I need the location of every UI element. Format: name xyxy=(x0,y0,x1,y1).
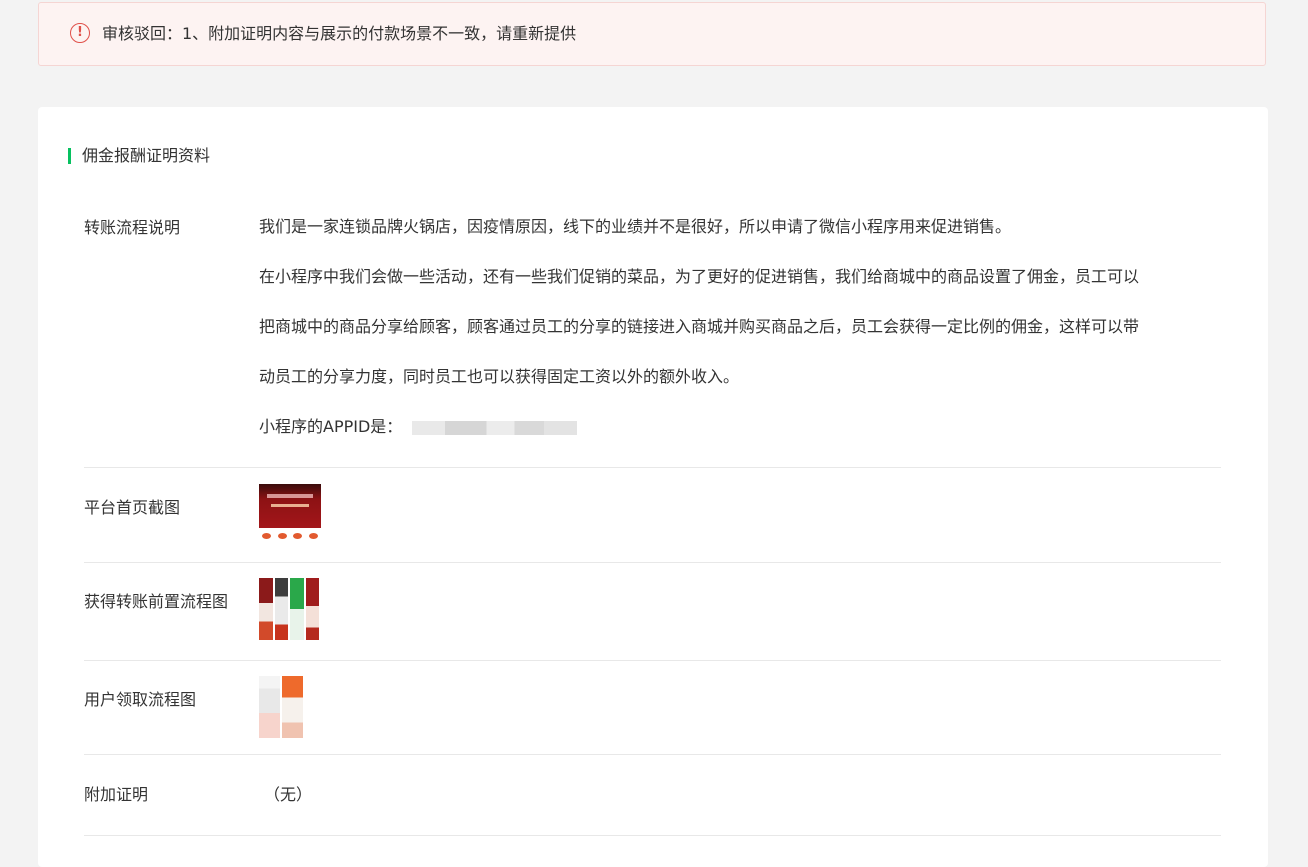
rejection-alert: ! 审核驳回：1、附加证明内容与展示的付款场景不一致，请重新提供 xyxy=(38,2,1266,66)
row-extra-proof: 附加证明 （无） xyxy=(84,755,1221,836)
description-line: 在小程序中我们会做一些活动，还有一些我们促销的菜品，为了更好的促进销售，我们给商… xyxy=(259,267,1140,286)
row-label: 用户领取流程图 xyxy=(84,690,197,709)
row-label: 转账流程说明 xyxy=(84,218,181,237)
extra-proof-value: （无） xyxy=(264,785,313,804)
section-title: 佣金报酬证明资料 xyxy=(68,145,210,167)
exclamation-icon: ! xyxy=(70,23,90,43)
description-line: 动员工的分享力度，同时员工也可以获得固定工资以外的额外收入。 xyxy=(259,367,740,386)
appid-label: 小程序的APPID是： xyxy=(259,417,403,436)
alert-message: 审核驳回：1、附加证明内容与展示的付款场景不一致，请重新提供 xyxy=(102,24,577,43)
row-label: 平台首页截图 xyxy=(84,498,181,517)
row-label: 附加证明 xyxy=(84,785,149,804)
description-line: 我们是一家连锁品牌火锅店，因疫情原因，线下的业绩并不是很好，所以申请了微信小程序… xyxy=(259,217,1012,236)
commission-proof-card: 佣金报酬证明资料 转账流程说明 我们是一家连锁品牌火锅店，因疫情原因，线下的业绩… xyxy=(38,107,1268,867)
section-accent-bar xyxy=(68,148,71,164)
row-transfer-flow: 转账流程说明 我们是一家连锁品牌火锅店，因疫情原因，线下的业绩并不是很好，所以申… xyxy=(84,203,1221,468)
pre-transfer-flow-thumbnail[interactable] xyxy=(259,578,319,640)
description-line: 把商城中的商品分享给顾客，顾客通过员工的分享的链接进入商城并购买商品之后，员工会… xyxy=(259,317,1140,336)
row-label: 获得转账前置流程图 xyxy=(84,592,229,611)
appid-redacted xyxy=(412,420,578,435)
appid-line: 小程序的APPID是： xyxy=(259,415,1234,465)
transfer-flow-description: 我们是一家连锁品牌火锅店，因疫情原因，线下的业绩并不是很好，所以申请了微信小程序… xyxy=(259,215,1234,465)
row-homepage-screenshot: 平台首页截图 xyxy=(84,468,1221,563)
homepage-screenshot-thumbnail[interactable] xyxy=(259,484,321,546)
row-user-claim-flow: 用户领取流程图 xyxy=(84,661,1221,755)
row-pre-transfer-flow: 获得转账前置流程图 xyxy=(84,563,1221,661)
user-claim-flow-thumbnail[interactable] xyxy=(259,676,303,738)
